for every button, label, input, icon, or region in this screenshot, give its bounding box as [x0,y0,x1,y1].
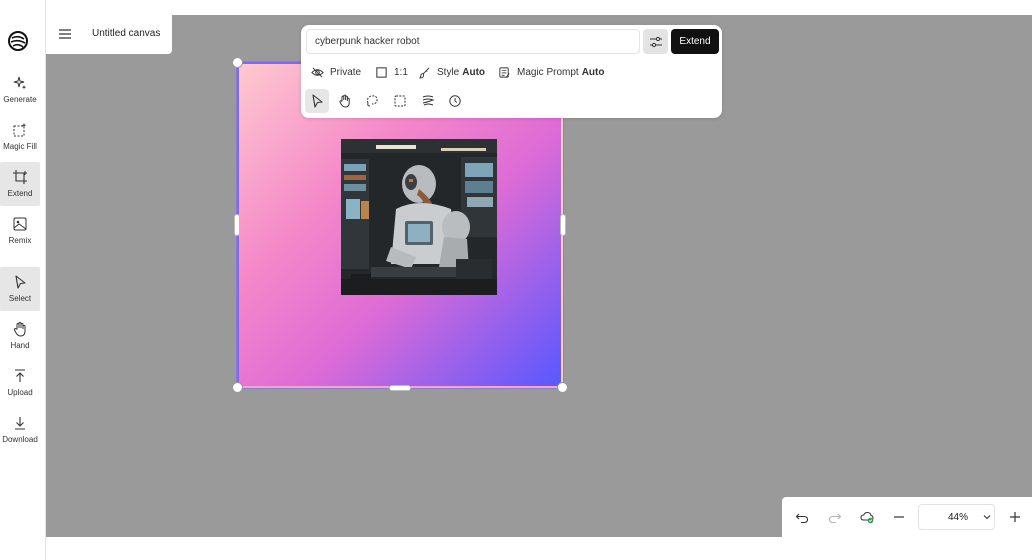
resize-handle-bottom-left[interactable] [232,382,243,393]
layers-icon [422,95,435,106]
hand-icon [339,94,350,108]
minus-icon [894,516,904,518]
style-select[interactable]: Style Auto [418,65,485,79]
sidebar-item-extend[interactable]: Extend [0,162,40,206]
marquee-icon [394,95,406,107]
aspect-ratio-select[interactable]: 1:1 [375,65,408,79]
select-tool-button[interactable] [305,89,329,113]
aspect-ratio-label: 1:1 [394,66,408,78]
visibility-label: Private [330,66,362,78]
undo-button[interactable] [794,509,810,525]
history-icon [449,95,461,107]
robot-image [341,139,497,295]
lasso-icon [366,95,378,107]
sidebar-item-upload[interactable]: Upload [0,361,40,405]
document-edit-icon [499,66,510,78]
hamburger-menu-icon[interactable] [58,27,72,41]
left-sidebar: Generate Magic Fill Extend Remix Select … [0,0,46,560]
sidebar-item-label: Remix [8,236,32,245]
magic-prompt-select[interactable]: Magic Prompt Auto [498,65,604,79]
remix-icon [13,217,27,231]
crop-extend-icon [13,170,27,184]
zoom-in-button[interactable] [1007,509,1023,525]
extend-button[interactable]: Extend [671,29,719,54]
download-icon [15,417,25,430]
sidebar-item-label: Magic Fill [3,142,37,151]
sparkle-icon [13,76,27,90]
zoom-level-value: 44% [948,511,969,523]
style-label: Style [437,66,460,78]
brush-icon [419,67,430,79]
prompt-input[interactable] [306,29,640,54]
resize-handle-right[interactable] [560,214,566,236]
sliders-icon [649,36,662,47]
zoom-toolbar: 44% [782,497,1032,537]
marquee-tool-button[interactable] [388,89,412,113]
plus-icon [1010,512,1020,522]
cursor-icon [312,94,323,108]
app-logo[interactable] [7,30,29,52]
sidebar-item-remix[interactable]: Remix [0,209,40,253]
undo-icon [795,513,809,524]
sidebar-item-label: Select [8,294,32,303]
magic-fill-icon [13,123,27,137]
sidebar-item-label: Generate [3,95,37,104]
sidebar-item-select[interactable]: Select [0,267,40,311]
sidebar-item-download[interactable]: Download [0,408,40,452]
style-value: Auto [462,66,486,78]
hand-tool-button[interactable] [333,89,357,113]
bottom-strip [46,537,1032,560]
lasso-tool-button[interactable] [360,89,384,113]
visibility-toggle[interactable]: Private [311,65,361,79]
redo-icon [828,513,842,524]
resize-handle-bottom-right[interactable] [557,382,568,393]
cloud-check-icon [860,511,874,524]
redo-button[interactable] [827,509,843,525]
hand-icon [13,322,26,337]
resize-handle-top-left[interactable] [232,57,243,68]
sidebar-item-label: Hand [10,341,30,350]
resize-handle-left[interactable] [234,214,240,236]
settings-button[interactable] [643,29,668,54]
history-tool-button[interactable] [443,89,467,113]
generated-image[interactable] [341,139,497,295]
sidebar-item-label: Upload [7,388,33,397]
cursor-icon [15,275,26,289]
sidebar-item-label: Download [2,435,38,444]
layers-tool-button[interactable] [416,89,440,113]
prompt-panel: Extend Private 1:1 Style Auto Magic Prom… [301,25,722,118]
magic-prompt-value: Auto [581,66,605,78]
canvas-title[interactable]: Untitled canvas [92,28,160,39]
canvas-title-card: Untitled canvas [46,15,172,54]
upload-icon [15,369,25,382]
cloud-sync-button[interactable] [859,509,875,525]
top-strip [172,0,1032,15]
zoom-level-select[interactable]: 44% [918,504,995,530]
sidebar-item-magic-fill[interactable]: Magic Fill [0,115,40,159]
chevron-down-icon [983,515,991,520]
square-icon [376,66,387,78]
zoom-out-button[interactable] [891,509,907,525]
sidebar-item-hand[interactable]: Hand [0,314,40,358]
eye-off-icon [311,67,324,77]
resize-handle-bottom[interactable] [389,385,411,391]
sidebar-item-label: Extend [7,189,33,198]
magic-prompt-label: Magic Prompt [517,66,579,78]
sidebar-item-generate[interactable]: Generate [0,68,40,112]
